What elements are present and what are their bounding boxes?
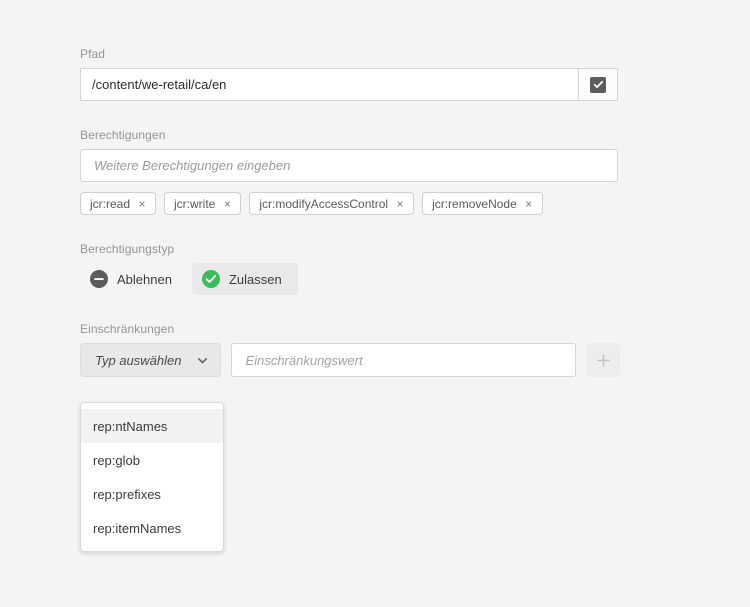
dropdown-option-label: rep:prefixes: [93, 486, 161, 502]
dropdown-option-rep-ntnames[interactable]: rep:ntNames: [81, 409, 223, 443]
permissions-input[interactable]: Weitere Berechtigungen eingeben: [80, 149, 618, 182]
path-input[interactable]: /content/we-retail/ca/en: [80, 68, 578, 101]
restrictions-row: Typ auswählen Einschränkungswert: [80, 343, 620, 377]
permission-type-option-allow[interactable]: Zulassen: [191, 263, 298, 295]
permission-tag[interactable]: jcr:read ×: [80, 192, 157, 215]
path-input-value: /content/we-retail/ca/en: [92, 77, 227, 92]
permission-tag-label: jcr:read: [90, 196, 131, 211]
permission-tag[interactable]: jcr:modifyAccessControl ×: [249, 192, 415, 215]
dropdown-option-label: rep:ntNames: [93, 418, 168, 434]
circle-check-icon: [201, 270, 220, 288]
plus-icon: [595, 352, 612, 369]
permissions-label: Berechtigungen: [80, 128, 166, 142]
permission-tag-label: jcr:modifyAccessControl: [259, 196, 389, 211]
dropdown-option-rep-prefixes[interactable]: rep:prefixes: [81, 477, 223, 511]
chevron-down-icon: [196, 354, 209, 367]
close-icon[interactable]: ×: [222, 198, 232, 210]
permission-tag[interactable]: jcr:removeNode ×: [422, 192, 543, 215]
permission-type-option-deny-label: Ablehnen: [117, 271, 172, 287]
permission-type-option-deny[interactable]: Ablehnen: [80, 263, 188, 295]
dropdown-option-rep-itemnames[interactable]: rep:itemNames: [81, 511, 223, 545]
path-label: Pfad: [80, 47, 106, 61]
circle-minus-icon: [90, 270, 108, 288]
path-validate-checkbox-button[interactable]: [578, 68, 618, 101]
restriction-value-input[interactable]: Einschränkungswert: [230, 343, 577, 377]
close-icon[interactable]: ×: [137, 198, 147, 210]
permission-tag[interactable]: jcr:write ×: [164, 192, 242, 215]
permission-type-section: Berechtigungstyp Ablehnen Zulassen: [80, 241, 620, 295]
checkmark-icon: [590, 76, 606, 93]
permission-type-label: Berechtigungstyp: [80, 242, 175, 256]
path-row: /content/we-retail/ca/en: [80, 68, 618, 101]
restriction-type-select-value: Typ auswählen: [95, 352, 182, 368]
permission-type-option-allow-label: Zulassen: [228, 271, 282, 287]
restrictions-section: Einschränkungen Typ auswählen Einschränk…: [80, 321, 620, 377]
dropdown-option-label: rep:glob: [93, 452, 140, 468]
restriction-type-select[interactable]: Typ auswählen: [80, 343, 221, 377]
restriction-type-dropdown-menu: rep:ntNames rep:glob rep:prefixes rep:it…: [80, 402, 224, 552]
dropdown-option-rep-glob[interactable]: rep:glob: [81, 443, 223, 477]
path-section: Pfad /content/we-retail/ca/en: [80, 46, 620, 101]
permissions-section: Berechtigungen Weitere Berechtigungen ei…: [80, 127, 620, 215]
restrictions-label: Einschränkungen: [80, 322, 175, 336]
permission-type-group: Ablehnen Zulassen: [80, 263, 620, 295]
permission-tag-label: jcr:removeNode: [432, 196, 517, 211]
close-icon[interactable]: ×: [395, 198, 405, 210]
dropdown-option-label: rep:itemNames: [93, 520, 182, 536]
restriction-value-placeholder: Einschränkungswert: [245, 352, 363, 368]
close-icon[interactable]: ×: [524, 198, 534, 210]
permission-tag-label: jcr:write: [174, 196, 216, 211]
acl-entry-form: Pfad /content/we-retail/ca/en Berechtigu…: [80, 46, 620, 403]
permissions-placeholder: Weitere Berechtigungen eingeben: [94, 158, 291, 173]
add-restriction-button[interactable]: [586, 343, 620, 377]
permissions-tag-list: jcr:read × jcr:write × jcr:modifyAccessC…: [80, 192, 620, 215]
